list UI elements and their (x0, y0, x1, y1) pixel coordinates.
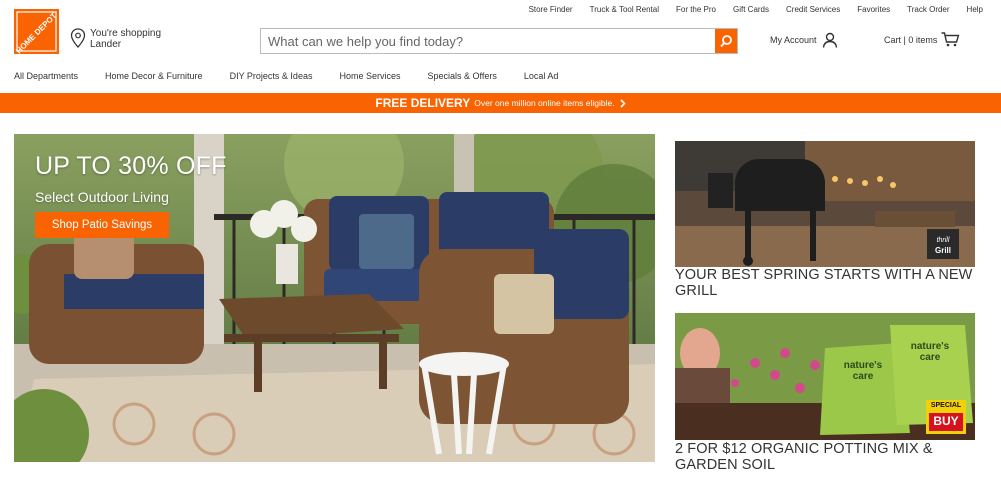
store-selector[interactable]: You're shopping Lander (70, 28, 161, 50)
nav-all-departments[interactable]: All Departments (14, 71, 78, 81)
chevron-right-icon (620, 98, 626, 108)
hero-subhead: Select Outdoor Living (35, 189, 169, 205)
search-bar (260, 28, 738, 54)
link-store-finder[interactable]: Store Finder (529, 5, 573, 14)
free-delivery-banner[interactable]: FREE DELIVERY Over one million online it… (0, 93, 1001, 113)
special-buy-badge-bottom: BUY (933, 414, 959, 428)
location-pin-icon (70, 28, 86, 48)
shop-patio-savings-button[interactable]: Shop Patio Savings (35, 212, 169, 238)
thrill-grill-badge: thrill (937, 237, 950, 244)
grill-promo-tile[interactable]: thrill Grill (675, 141, 975, 267)
nav-home-services[interactable]: Home Services (339, 71, 400, 81)
link-truck-tool-rental[interactable]: Truck & Tool Rental (590, 5, 659, 14)
soil-promo-caption[interactable]: 2 FOR $12 ORGANIC POTTING MIX & GARDEN S… (675, 441, 985, 473)
store-label: You're shopping (90, 28, 162, 39)
user-icon (822, 32, 837, 48)
account-label: My Account (770, 35, 817, 45)
search-button[interactable] (715, 29, 737, 53)
grill-promo-caption[interactable]: YOUR BEST SPRING STARTS WITH A NEW GRILL (675, 267, 985, 299)
main-nav: All Departments Home Decor & Furniture D… (14, 71, 585, 81)
patio-furniture-image (14, 134, 655, 462)
grill-image: thrill Grill (675, 141, 975, 267)
cart-label: Cart | 0 items (884, 34, 938, 45)
store-name: Lander (90, 39, 122, 50)
link-favorites[interactable]: Favorites (857, 5, 890, 14)
svg-text:Grill: Grill (935, 246, 951, 255)
svg-text:nature's: nature's (911, 341, 950, 352)
home-depot-logo[interactable]: HOME DEPOT (14, 9, 59, 54)
link-for-the-pro[interactable]: For the Pro (676, 5, 716, 14)
svg-text:care: care (853, 371, 874, 382)
promo-headline: FREE DELIVERY (375, 96, 471, 110)
promo-detail: Over one million online items eligible. (474, 98, 615, 108)
hero-headline: UP TO 30% OFF (35, 152, 227, 180)
search-input[interactable] (261, 29, 715, 53)
my-account-button[interactable]: My Account (770, 32, 838, 48)
nav-specials-offers[interactable]: Specials & Offers (427, 71, 496, 81)
special-buy-badge-top: SPECIAL (930, 402, 962, 409)
link-track-order[interactable]: Track Order (907, 5, 949, 14)
svg-text:care: care (920, 352, 941, 363)
soil-promo-tile[interactable]: nature's care nature's care SPECIAL BUY (675, 313, 975, 440)
natures-care-bag: nature's (844, 360, 883, 371)
cart-button[interactable]: Cart | 0 items (884, 32, 960, 47)
cart-icon (941, 32, 960, 47)
nav-home-decor-furniture[interactable]: Home Decor & Furniture (105, 71, 203, 81)
nav-local-ad[interactable]: Local Ad (524, 71, 559, 81)
utility-links: Store Finder Truck & Tool Rental For the… (512, 5, 983, 14)
link-gift-cards[interactable]: Gift Cards (733, 5, 769, 14)
link-help[interactable]: Help (967, 5, 983, 14)
link-credit-services[interactable]: Credit Services (786, 5, 840, 14)
nav-diy-projects[interactable]: DIY Projects & Ideas (230, 71, 313, 81)
search-icon (720, 35, 732, 48)
hero-banner[interactable]: UP TO 30% OFF Select Outdoor Living Shop… (14, 134, 655, 462)
